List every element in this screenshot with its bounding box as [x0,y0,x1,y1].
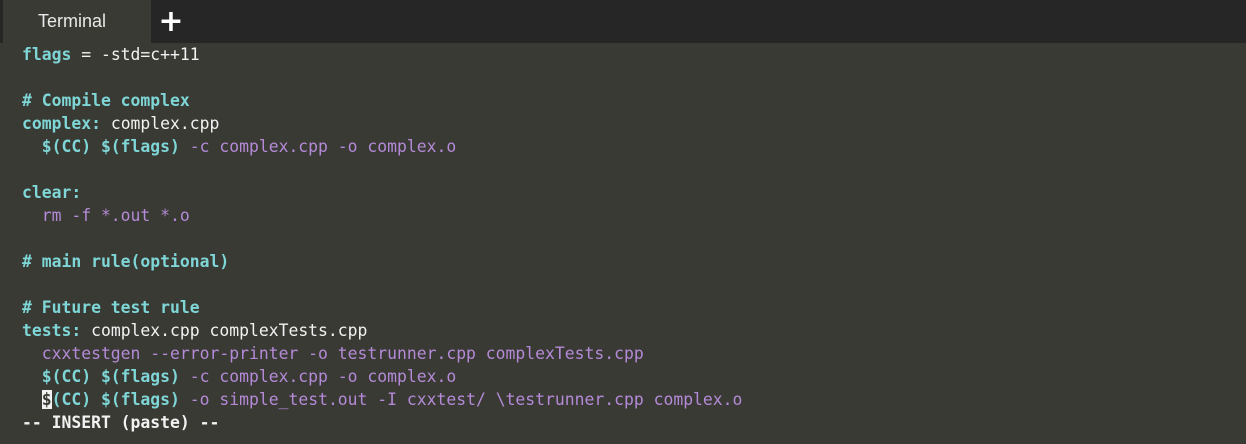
terminal-editor[interactable]: flags = -std=c++11 # Compile complex com… [0,43,1246,444]
editor-line-empty [22,273,1246,296]
editor-line: cxxtestgen --error-printer -o testrunner… [22,344,644,363]
editor-line: $(CC) $(flags) -o simple_test.out -I cxx… [41,390,743,409]
editor-line-empty [22,158,1246,181]
editor-line: $(CC) $(flags) -c complex.cpp -o complex… [22,137,457,156]
editor-line: # main rule(optional) [22,252,230,271]
tab-terminal[interactable]: Terminal [3,0,151,43]
editor-line-empty [22,66,1246,89]
editor-line: complex: complex.cpp [22,114,220,133]
vim-status-line: -- INSERT (paste) -- [22,413,220,432]
plus-icon[interactable]: + [151,0,191,43]
editor-line-empty [22,227,1246,250]
editor-line: $(CC) $(flags) -c complex.cpp -o complex… [22,367,457,386]
editor-line: tests: complex.cpp complexTests.cpp [22,321,368,340]
text-cursor: $ [41,390,52,409]
editor-line: clear: [22,183,82,202]
editor-line: flags = -std=c++11 [22,45,200,64]
tab-label: Terminal [38,11,107,31]
editor-line: # Compile complex [22,91,190,110]
tab-bar: Terminal + [0,0,1246,43]
editor-line: rm -f *.out *.o [22,206,190,225]
editor-line: # Future test rule [22,298,200,317]
